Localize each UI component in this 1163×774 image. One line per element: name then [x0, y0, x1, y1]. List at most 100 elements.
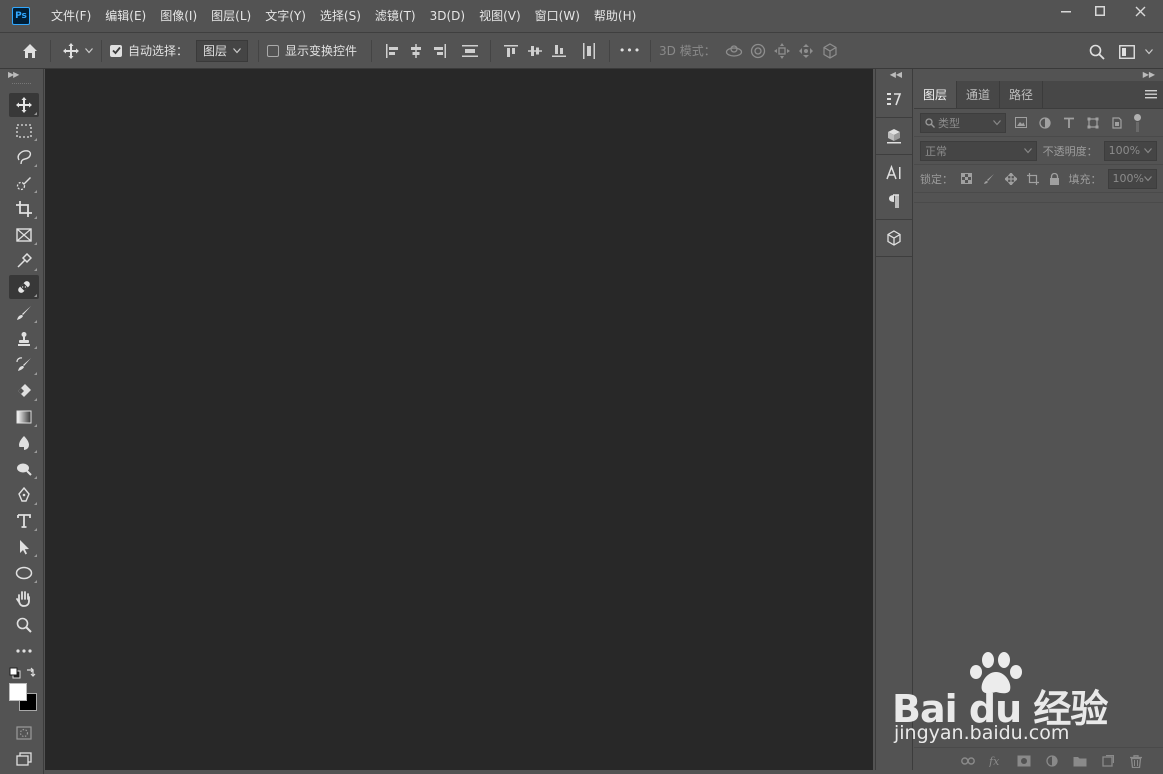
filter-type-icon[interactable]	[1060, 114, 1078, 132]
collapse-dock-icon[interactable]: ◀◀	[876, 69, 912, 81]
menu-layer[interactable]: 图层(L)	[204, 5, 258, 27]
align-right-button[interactable]	[428, 39, 452, 63]
tool-preset-picker[interactable]	[59, 39, 83, 63]
menu-window[interactable]: 窗口(W)	[528, 5, 587, 27]
fill-field[interactable]: 100%	[1107, 168, 1157, 189]
align-left-button[interactable]	[380, 39, 404, 63]
toolbar-grip[interactable]	[12, 83, 31, 91]
swap-colors-icon[interactable]	[25, 667, 37, 679]
chevron-down-icon[interactable]	[85, 47, 93, 54]
history-brush-tool-icon[interactable]	[9, 353, 39, 377]
paragraph-panel-icon[interactable]	[876, 187, 912, 215]
filter-shape-icon[interactable]	[1084, 114, 1102, 132]
lock-transparent-pixels-icon[interactable]	[959, 170, 975, 188]
align-bottom-button[interactable]	[547, 39, 571, 63]
blur-tool-icon[interactable]	[9, 431, 39, 455]
filter-smart-object-icon[interactable]	[1108, 114, 1126, 132]
history-panel-icon[interactable]	[876, 85, 912, 113]
distribute-vertical-button[interactable]	[458, 39, 482, 63]
menu-select[interactable]: 选择(S)	[313, 5, 368, 27]
character-panel-icon[interactable]	[876, 159, 912, 187]
eyedropper-tool-icon[interactable]	[9, 249, 39, 273]
more-options-button[interactable]: •••	[618, 39, 642, 63]
eraser-tool-icon[interactable]	[9, 379, 39, 403]
slide-3d-button[interactable]	[794, 39, 818, 63]
dodge-tool-icon[interactable]	[9, 457, 39, 481]
blend-mode-dropdown[interactable]: 正常	[920, 140, 1037, 161]
align-horizontal-center-button[interactable]	[404, 39, 428, 63]
clone-stamp-tool-icon[interactable]	[9, 327, 39, 351]
menu-3d[interactable]: 3D(D)	[423, 5, 472, 27]
foreground-color-swatch[interactable]	[9, 683, 27, 701]
menu-type[interactable]: 文字(Y)	[258, 5, 313, 27]
frame-tool-icon[interactable]	[9, 223, 39, 247]
layers-list[interactable]	[914, 202, 1163, 747]
new-layer-icon[interactable]	[1099, 752, 1117, 770]
panel-menu-icon[interactable]	[1145, 81, 1157, 109]
filter-kind-dropdown[interactable]: 类型	[920, 112, 1006, 133]
properties-panel-icon[interactable]	[876, 122, 912, 150]
document-canvas-area[interactable]	[45, 69, 873, 770]
lock-all-icon[interactable]	[1047, 170, 1063, 188]
lock-image-pixels-icon[interactable]	[981, 170, 997, 188]
brush-tool-icon[interactable]	[9, 301, 39, 325]
zoom-tool-icon[interactable]	[9, 613, 39, 637]
menu-view[interactable]: 视图(V)	[472, 5, 528, 27]
collapse-panel-icon[interactable]: ▶▶	[914, 69, 1163, 81]
layer-style-fx-icon[interactable]: fx	[987, 752, 1005, 770]
photoshop-logo[interactable]: Ps	[12, 7, 30, 25]
pan-3d-button[interactable]	[770, 39, 794, 63]
menu-filter[interactable]: 滤镜(T)	[368, 5, 423, 27]
lasso-tool-icon[interactable]	[9, 145, 39, 169]
roll-3d-button[interactable]	[746, 39, 770, 63]
quick-select-tool-icon[interactable]	[9, 171, 39, 195]
menu-edit[interactable]: 编辑(E)	[98, 5, 153, 27]
opacity-field[interactable]: 100%	[1103, 140, 1157, 161]
crop-tool-icon[interactable]	[9, 197, 39, 221]
minimize-button[interactable]	[1049, 0, 1083, 22]
home-button[interactable]	[18, 39, 42, 63]
lock-artboard-icon[interactable]	[1025, 170, 1041, 188]
maximize-button[interactable]	[1083, 0, 1117, 22]
marquee-tool-icon[interactable]	[9, 119, 39, 143]
chevron-down-icon[interactable]	[1145, 48, 1153, 55]
close-button[interactable]	[1117, 0, 1163, 22]
move-tool-icon[interactable]	[9, 93, 39, 117]
ellipse-tool-icon[interactable]	[9, 561, 39, 585]
menu-image[interactable]: 图像(I)	[153, 5, 204, 27]
auto-select-target-dropdown[interactable]: 图层	[196, 39, 249, 62]
type-tool-icon[interactable]	[9, 509, 39, 533]
transform-controls-checkbox[interactable]	[267, 44, 280, 57]
auto-select-checkbox[interactable]	[110, 44, 122, 57]
tab-channels[interactable]: 通道	[957, 81, 1001, 108]
path-select-tool-icon[interactable]	[9, 535, 39, 559]
filter-toggle-switch[interactable]	[1132, 113, 1142, 133]
menu-file[interactable]: 文件(F)	[44, 5, 98, 27]
edit-toolbar-icon[interactable]	[9, 639, 39, 663]
hand-tool-icon[interactable]	[9, 587, 39, 611]
orbit-3d-button[interactable]	[722, 39, 746, 63]
workspace-button[interactable]	[1115, 40, 1139, 64]
delete-layer-icon[interactable]	[1127, 752, 1145, 770]
align-vertical-center-button[interactable]	[523, 39, 547, 63]
gradient-tool-icon[interactable]	[9, 405, 39, 429]
add-mask-icon[interactable]	[1015, 752, 1033, 770]
screen-mode-icon[interactable]	[9, 747, 39, 771]
adjustment-layer-icon[interactable]	[1043, 752, 1061, 770]
search-button[interactable]	[1085, 40, 1109, 64]
tab-paths[interactable]: 路径	[1000, 81, 1044, 108]
default-colors-icon[interactable]	[9, 667, 21, 679]
filter-pixel-icon[interactable]	[1012, 114, 1030, 132]
quick-mask-icon[interactable]	[9, 721, 39, 745]
lock-position-icon[interactable]	[1003, 170, 1019, 188]
link-layers-icon[interactable]	[959, 752, 977, 770]
distribute-horizontal-button[interactable]	[577, 39, 601, 63]
pen-tool-icon[interactable]	[9, 483, 39, 507]
menu-help[interactable]: 帮助(H)	[587, 5, 643, 27]
3d-panel-icon[interactable]	[876, 224, 912, 252]
scale-3d-button[interactable]	[818, 39, 842, 63]
expand-toolbar-icon[interactable]: ▶▶	[0, 69, 43, 81]
tab-layers[interactable]: 图层	[914, 81, 958, 108]
filter-adjustment-icon[interactable]	[1036, 114, 1054, 132]
align-top-button[interactable]	[499, 39, 523, 63]
